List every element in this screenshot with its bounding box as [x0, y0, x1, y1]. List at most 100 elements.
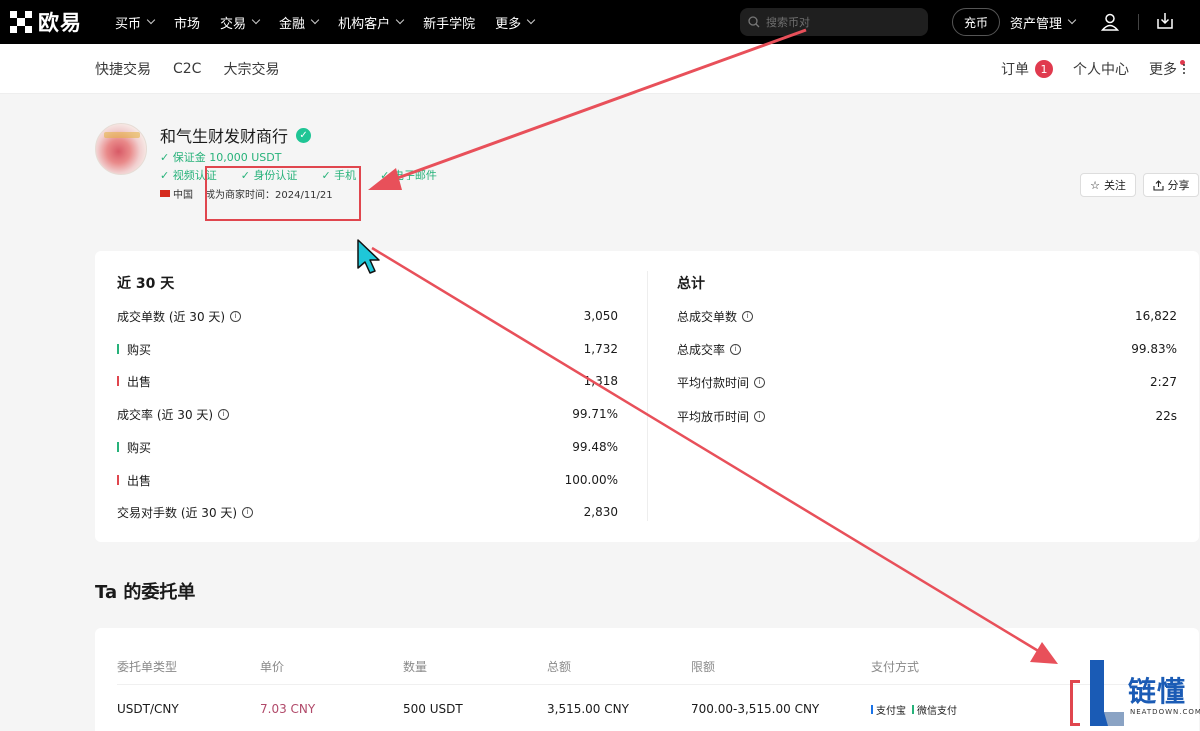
stat-row: 出售 100.00% [117, 470, 618, 490]
more-label: 更多 [1149, 62, 1177, 78]
asset-management-menu[interactable]: 资产管理 [1010, 0, 1077, 44]
column-header-price: 单价 [260, 660, 285, 674]
brand-logo[interactable]: 欧易 [10, 7, 115, 37]
follow-label: 关注 [1103, 179, 1126, 192]
star-icon: ☆ [1090, 178, 1100, 192]
order-type: USDT/CNY [117, 702, 179, 716]
order-payment-methods: 支付宝 微信支付 [871, 702, 957, 717]
merchant-name: 和气生财发财商行 [160, 127, 289, 146]
sell-marker [117, 376, 119, 386]
stat-label: 平均付款时间 [677, 375, 750, 390]
wechat-marker [912, 705, 914, 714]
stat-value: 99.71% [572, 407, 618, 421]
info-icon[interactable]: i [754, 376, 766, 388]
nav-item-trade[interactable]: 交易 [220, 13, 261, 32]
stat-row: 成交率 (近 30 天) i 99.71% [117, 404, 618, 424]
info-icon[interactable]: i [754, 410, 766, 422]
main-menu: 买币 市场 交易 金融 机构客户 新手学院 更多 [115, 0, 554, 44]
info-icon[interactable]: i [742, 310, 754, 322]
stat-label: 总成交率 [677, 342, 726, 357]
subnav-block-trade[interactable]: 大宗交易 [223, 59, 279, 79]
nav-item-label: 更多 [495, 16, 522, 32]
orders-label: 订单 [1001, 62, 1029, 78]
order-quantity: 500 USDT [403, 702, 463, 716]
verification-item: ✓ 电子邮件 [380, 169, 437, 180]
stat-value: 22s [1155, 409, 1177, 423]
orders-table: 委托单类型 单价 数量 总额 限额 支付方式 USDT/CNY 7.03 CNY… [95, 628, 1199, 731]
column-header-quantity: 数量 [403, 660, 428, 674]
buy-marker [117, 344, 119, 354]
nav-item-academy[interactable]: 新手学院 [423, 13, 475, 32]
stat-value: 2:27 [1150, 375, 1177, 389]
nav-item-finance[interactable]: 金融 [279, 13, 320, 32]
personal-center-label: 个人中心 [1073, 62, 1129, 78]
stat-label: 出售 [127, 473, 152, 488]
subnav-c2c[interactable]: C2C [173, 61, 201, 77]
info-icon[interactable]: i [242, 506, 254, 518]
stat-label: 总成交单数 [677, 309, 738, 324]
stat-value: 99.48% [572, 440, 618, 454]
stat-value: 3,050 [583, 309, 618, 323]
stat-value: 100.00% [564, 473, 618, 487]
watermark-subtext: NEATDOWN.COM [1130, 708, 1200, 716]
personal-center-link[interactable]: 个人中心 [1073, 59, 1129, 79]
recent-stats-title: 近 30 天 [117, 276, 175, 292]
column-header-payment: 支付方式 [871, 660, 920, 674]
info-icon[interactable]: i [230, 310, 242, 322]
stat-label: 交易对手数 (近 30 天) [117, 505, 238, 520]
follow-button[interactable]: ☆ 关注 [1080, 173, 1136, 197]
stat-row: 出售 1,318 [117, 371, 618, 391]
nav-item-label: 市场 [174, 16, 201, 32]
chevron-down-icon [251, 15, 261, 25]
info-icon[interactable]: i [218, 408, 230, 420]
payment-method: 微信支付 [917, 706, 957, 717]
table-header-divider [117, 684, 1177, 685]
chevron-down-icon [146, 15, 156, 25]
chevron-down-icon [526, 15, 536, 25]
watermark-bracket [1070, 680, 1080, 726]
nav-item-buy-crypto[interactable]: 买币 [115, 13, 156, 32]
nav-item-market[interactable]: 市场 [174, 13, 200, 32]
stat-row: 交易对手数 (近 30 天) i 2,830 [117, 502, 618, 522]
subnav-quick-trade[interactable]: 快捷交易 [95, 59, 151, 79]
stat-row: 购买 1,732 [117, 339, 618, 359]
search-box[interactable] [740, 8, 928, 36]
security-deposit: ✓ 保证金 10,000 USDT [160, 151, 282, 164]
orders-link[interactable]: 订单 1 [1001, 59, 1053, 79]
sub-nav: 快捷交易 C2C 大宗交易 订单 1 个人中心 更多 [0, 44, 1200, 94]
stat-row: 总成交单数 i 16,822 [677, 306, 1177, 326]
annotation-highlight-box [205, 166, 361, 221]
more-menu[interactable]: 更多 [1149, 59, 1188, 79]
stat-row: 总成交率 i 99.83% [677, 339, 1177, 359]
order-price: 7.03 CNY [260, 702, 316, 716]
nav-item-institutional[interactable]: 机构客户 [338, 13, 405, 32]
user-icon[interactable] [1100, 12, 1120, 32]
stat-value: 99.83% [1131, 342, 1177, 356]
watermark-text: 链懂 [1128, 675, 1187, 708]
asset-management-label: 资产管理 [1010, 16, 1063, 32]
stat-value: 16,822 [1135, 309, 1177, 323]
stat-row: 成交单数 (近 30 天) i 3,050 [117, 306, 618, 326]
merchant-avatar [95, 123, 147, 175]
stat-row: 平均付款时间 i 2:27 [677, 372, 1177, 392]
merchant-profile: 和气生财发财商行 ✓ ✓ 保证金 10,000 USDT ✓ 视频认证 ✓ 身份… [0, 95, 1200, 227]
sub-nav-links: 快捷交易 C2C 大宗交易 [95, 44, 301, 94]
chevron-down-icon [395, 15, 405, 25]
search-input[interactable] [766, 15, 916, 29]
alipay-marker [871, 705, 873, 714]
nav-divider [1138, 14, 1139, 30]
payment-method: 支付宝 [876, 706, 906, 717]
column-divider [647, 271, 648, 521]
stat-label: 出售 [127, 374, 152, 389]
column-header-type: 委托单类型 [117, 660, 178, 674]
share-button[interactable]: 分享 [1143, 173, 1199, 197]
china-flag-icon [160, 190, 170, 197]
info-icon[interactable]: i [730, 343, 742, 355]
deposit-button[interactable]: 充币 [952, 8, 1000, 36]
nav-item-more[interactable]: 更多 [495, 13, 536, 32]
sub-nav-actions: 订单 1 个人中心 更多 [981, 44, 1188, 94]
order-total: 3,515.00 CNY [547, 702, 629, 716]
download-icon[interactable] [1155, 11, 1175, 31]
nav-item-label: 金融 [279, 16, 306, 32]
security-deposit-text: 保证金 10,000 USDT [172, 151, 282, 164]
